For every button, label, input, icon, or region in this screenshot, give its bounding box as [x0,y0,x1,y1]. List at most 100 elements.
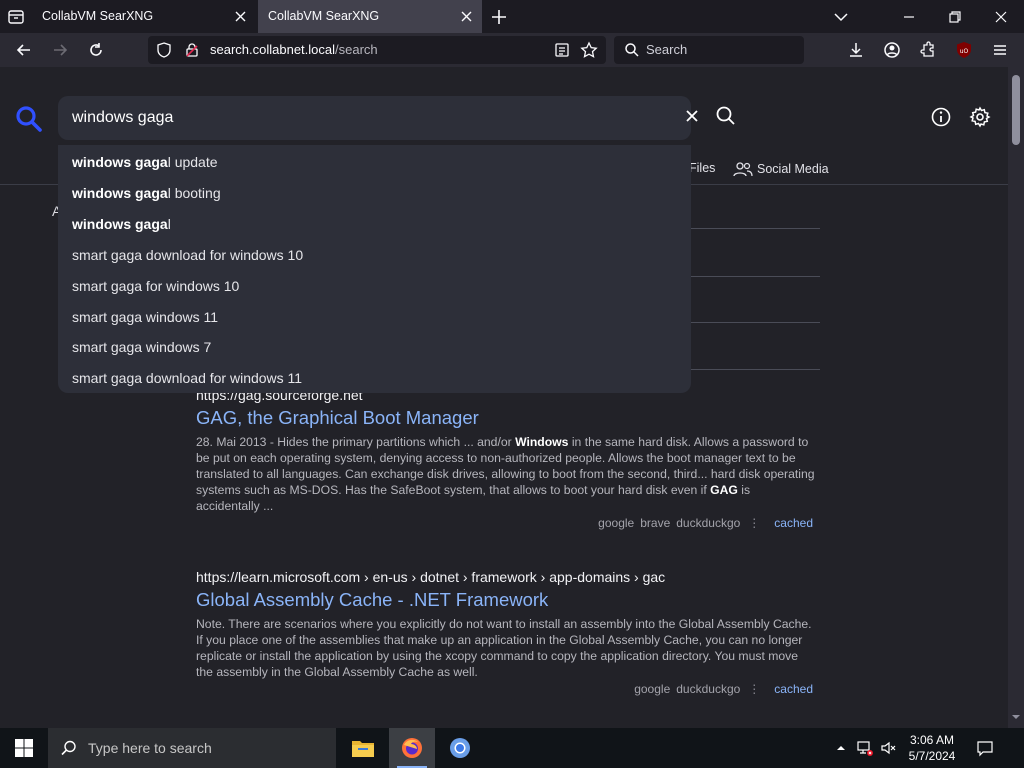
firefox-app[interactable] [389,728,435,768]
tab-2[interactable]: CollabVM SearXNG [258,0,482,33]
engine-label: duckduckgo [676,516,741,530]
search-icon [625,43,639,57]
autocomplete-item[interactable]: smart gaga windows 11 [72,309,218,325]
autocomplete-item[interactable]: smart gaga windows 7 [72,339,211,355]
url-text[interactable]: search.collabnet.local/search [210,42,378,57]
snippet-highlight: GAG [710,483,738,497]
people-icon [733,162,753,177]
account-icon[interactable] [882,40,902,60]
ublock-origin-icon[interactable]: uO [954,40,974,60]
notifications-icon[interactable] [976,739,994,757]
autocomplete-dropdown: windows gagal update windows gagal booti… [58,145,691,393]
window-close-icon[interactable] [990,6,1012,28]
forward-arrow-icon[interactable] [50,40,70,60]
result-url[interactable]: https://learn.microsoft.com › en-us › do… [196,569,816,585]
search-query-input[interactable]: windows gaga [58,96,735,140]
engine-label: duckduckgo [676,682,741,696]
shield-icon[interactable] [156,42,172,58]
clock-date: 5/7/2024 [908,749,956,763]
scrollbar-thumb[interactable] [1012,75,1020,145]
autocomplete-item[interactable]: windows gagal update [72,154,218,170]
close-icon[interactable] [459,9,474,24]
browser-search-box[interactable]: Search [614,36,804,64]
lock-warning-icon[interactable] [184,42,200,58]
autocomplete-rest: l booting [167,185,221,201]
autocomplete-rest: smart gaga windows 7 [72,339,212,355]
clock-time: 3:06 AM [909,733,955,747]
result-title[interactable]: Global Assembly Cache - .NET Framework [196,589,816,611]
autocomplete-rest: smart gaga download for windows 10 [72,247,304,263]
reload-icon[interactable] [86,40,106,60]
autocomplete-item[interactable]: smart gaga download for windows 11 [72,370,302,386]
download-icon[interactable] [846,40,866,60]
snippet-highlight: Windows [515,435,569,449]
autocomplete-item[interactable]: smart gaga download for windows 10 [72,247,303,263]
close-icon[interactable] [233,9,248,24]
back-arrow-icon[interactable] [14,40,34,60]
snippet-text: Note. There are scenarios where you expl… [196,617,812,679]
cached-link[interactable]: cached [774,516,813,530]
search-icon [61,740,76,756]
browser-search-placeholder: Search [646,42,688,57]
reader-view-icon[interactable] [554,42,570,58]
searxng-logo-icon[interactable] [15,105,43,133]
scroll-down-icon[interactable] [1012,713,1020,721]
autocomplete-item[interactable]: smart gaga for windows 10 [72,278,239,294]
tab-list-icon[interactable] [6,7,26,27]
more-vertical-icon[interactable]: ⋮ [748,682,760,696]
tab-files-label: Files [689,161,716,175]
autocomplete-item[interactable]: windows gagal [72,216,171,232]
minimize-icon[interactable] [898,6,920,28]
folder-icon [352,741,374,757]
chevron-down-icon[interactable] [830,6,852,28]
new-tab-icon[interactable] [489,7,509,27]
tab-files[interactable]: Files [689,161,715,175]
autocomplete-rest: smart gaga download for windows 11 [72,370,303,386]
autocomplete-rest: smart gaga for windows 10 [72,278,240,294]
search-result: https://gag.sourceforge.net GAG, the Gra… [196,387,816,530]
result-engines: google brave duckduckgo ⋮ cached [196,516,816,530]
firefox-icon [402,738,422,758]
extensions-icon[interactable] [918,40,938,60]
nav-bar: search.collabnet.local/search Search uO [0,33,1024,67]
cached-link[interactable]: cached [774,682,813,696]
tab-social-media[interactable]: Social Media [733,161,829,177]
autocomplete-rest: l [167,216,171,232]
file-explorer-app[interactable] [340,728,386,768]
snippet-text: 28. Mai 2013 - Hides the primary partiti… [196,435,516,449]
search-query-text[interactable]: windows gaga [72,109,173,127]
taskbar-search-box[interactable]: Type here to search [48,728,336,768]
autocomplete-match: windows gaga [72,185,168,201]
tab-2-title: CollabVM SearXNG [268,9,380,23]
search-result: https://learn.microsoft.com › en-us › do… [196,569,816,696]
system-clock[interactable]: 3:06 AM 5/7/2024 [904,732,960,764]
network-icon[interactable] [856,739,874,757]
more-vertical-icon[interactable]: ⋮ [748,516,760,530]
result-engines: google duckduckgo ⋮ cached [196,682,816,696]
page-scrollbar[interactable] [1008,67,1024,728]
url-bar[interactable]: search.collabnet.local/search [148,36,606,64]
svg-text:uO: uO [960,48,969,55]
autocomplete-item[interactable]: windows gagal booting [72,185,221,201]
engine-label: google [634,682,671,696]
windows-start-icon[interactable] [14,738,34,758]
search-icon[interactable] [714,104,738,128]
restore-icon[interactable] [944,6,966,28]
menu-hamburger-icon[interactable] [990,40,1010,60]
result-snippet: Note. There are scenarios where you expl… [196,616,816,680]
tab-1[interactable]: CollabVM SearXNG [32,0,256,33]
info-icon[interactable] [929,105,953,129]
url-path: /search [335,42,378,57]
bookmark-star-icon[interactable] [580,41,598,59]
gear-icon[interactable] [968,105,992,129]
tab-social-media-label: Social Media [757,162,829,176]
engine-label: google [598,516,635,530]
windows-taskbar: Type here to search 3:06 AM 5/7/2024 [0,728,1024,768]
volume-muted-icon[interactable] [880,739,898,757]
chevron-up-icon[interactable] [832,739,850,757]
chromium-app[interactable] [437,728,483,768]
clear-icon[interactable] [682,106,702,126]
result-title[interactable]: GAG, the Graphical Boot Manager [196,407,816,429]
searxng-page: windows gaga Files Social Media A https:… [0,67,1008,728]
autocomplete-match: windows gaga [72,216,168,232]
